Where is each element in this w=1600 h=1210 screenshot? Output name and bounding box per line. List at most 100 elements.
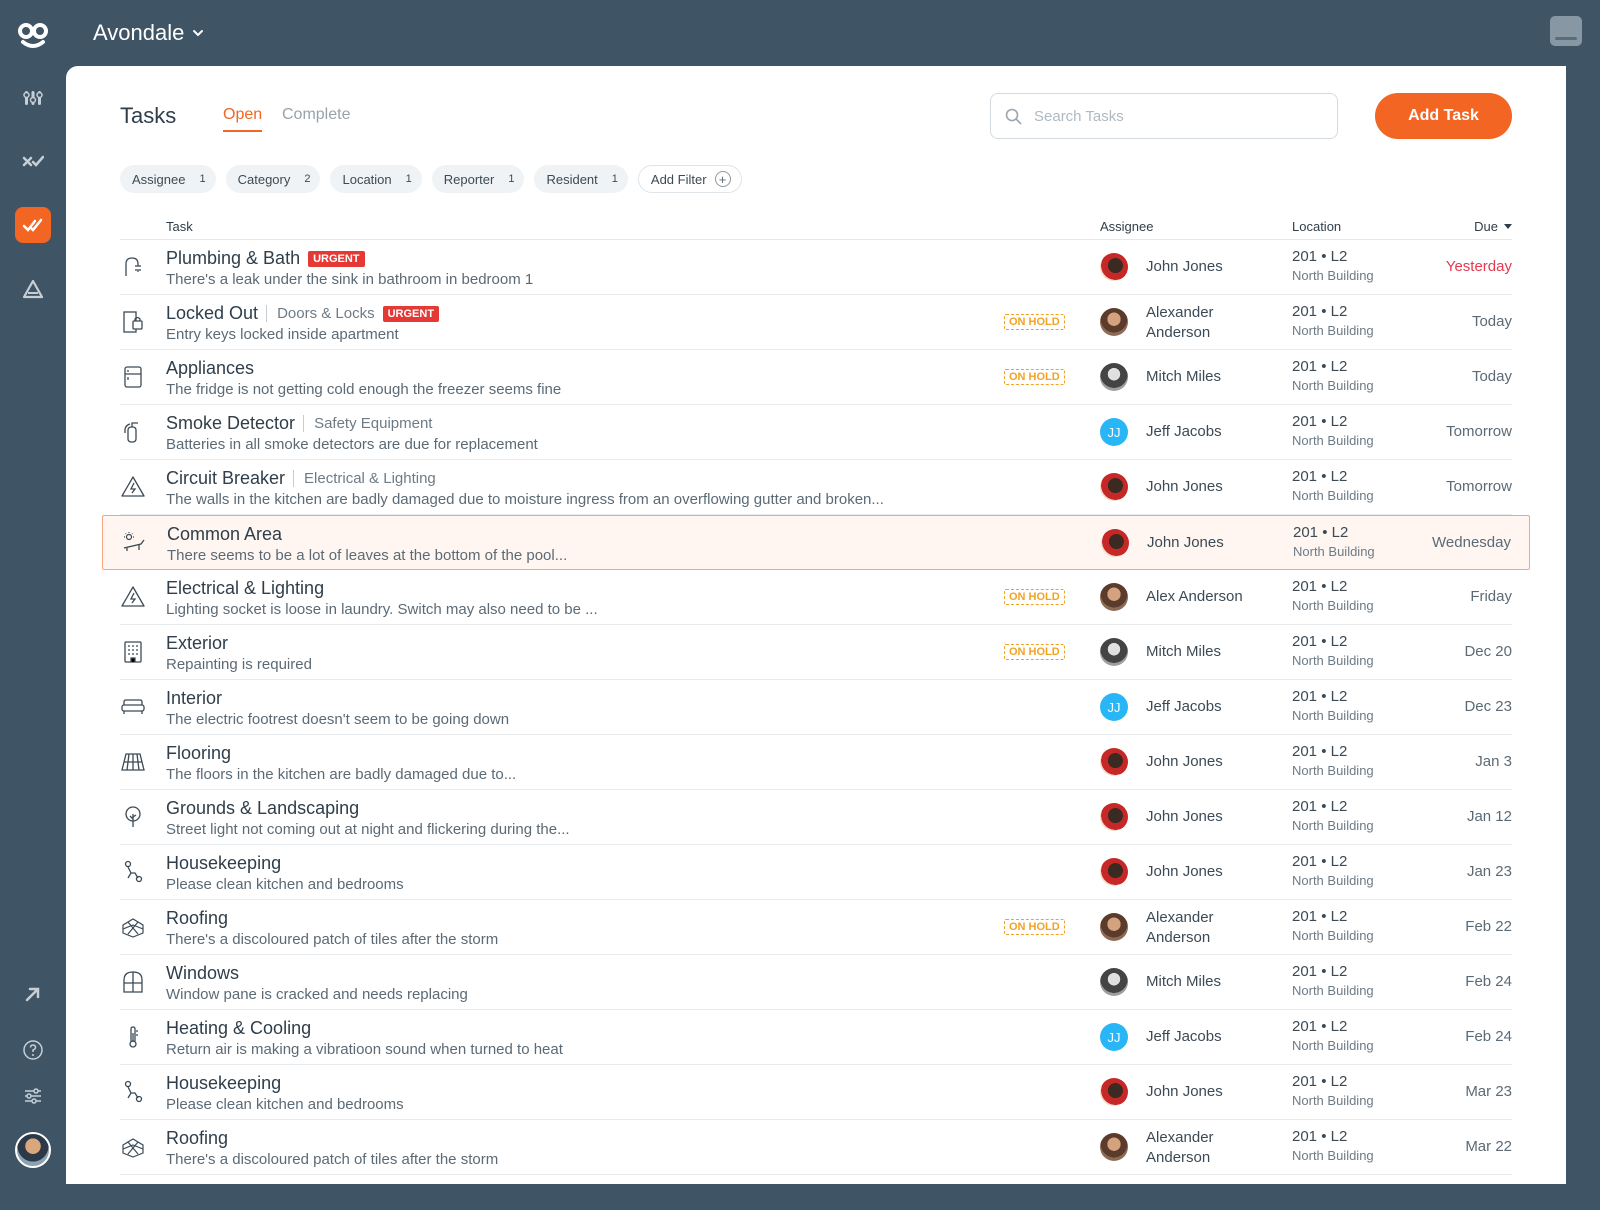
- assignee-avatar: [1100, 638, 1128, 666]
- nav-external[interactable]: [17, 978, 49, 1010]
- task-row[interactable]: Smoke Detector Safety Equipment Batteries …: [120, 405, 1512, 460]
- task-row[interactable]: Interior The electric footrest doesn't se…: [120, 680, 1512, 735]
- task-due-date: Feb 24: [1465, 1028, 1512, 1045]
- task-row[interactable]: Grounds & Landscaping Street light not co…: [120, 790, 1512, 845]
- task-row[interactable]: Appliances The fridge is not getting cold…: [120, 350, 1512, 405]
- task-title[interactable]: Grounds & Landscaping: [166, 798, 359, 819]
- nav-settings[interactable]: [17, 1080, 49, 1112]
- task-title[interactable]: Interior: [166, 688, 222, 709]
- task-location: 201 • L2 North Building: [1293, 524, 1375, 559]
- user-avatar[interactable]: [15, 1132, 51, 1168]
- task-due-date: Dec 20: [1464, 643, 1512, 660]
- column-due[interactable]: Due: [1474, 219, 1512, 234]
- window-icon: [123, 971, 143, 993]
- x-check-icon: [22, 155, 44, 167]
- tab-complete[interactable]: Complete: [282, 106, 350, 130]
- nav-warnings[interactable]: [17, 273, 49, 305]
- assignee-name: Alexander Anderson: [1146, 909, 1214, 946]
- filter-chip-location[interactable]: Location 1: [330, 165, 422, 193]
- location-building: North Building: [1292, 873, 1374, 888]
- on-hold-badge: ON HOLD: [1004, 589, 1065, 605]
- filter-chip-resident[interactable]: Resident 1: [534, 165, 628, 193]
- app-logo[interactable]: [16, 18, 50, 52]
- filter-chip-reporter[interactable]: Reporter 1: [431, 165, 525, 193]
- task-row[interactable]: Locked Out Doors & Locks URGENT Entry keys …: [120, 295, 1512, 350]
- tab-open[interactable]: Open: [223, 106, 263, 132]
- task-title[interactable]: Heating & Cooling: [166, 1018, 311, 1039]
- add-task-button[interactable]: Add Task: [1375, 93, 1512, 139]
- task-title[interactable]: Common Area: [167, 524, 282, 545]
- double-check-icon: [22, 218, 43, 232]
- task-row[interactable]: Common Area There seems to be a lot of le…: [102, 515, 1530, 570]
- nav-help[interactable]: [17, 1034, 49, 1066]
- location-unit: 201 • L2: [1292, 1073, 1348, 1090]
- column-due-label: Due: [1474, 219, 1498, 234]
- task-title[interactable]: Housekeeping: [166, 1073, 281, 1094]
- task-title[interactable]: Appliances: [166, 358, 254, 379]
- task-title[interactable]: Electrical & Lighting: [166, 578, 324, 599]
- nav-tasks[interactable]: [15, 207, 51, 243]
- task-due-date: Mar 23: [1465, 1083, 1512, 1100]
- task-title-line: Smoke Detector Safety Equipment: [166, 413, 432, 434]
- property-selector[interactable]: Avondale: [93, 20, 204, 46]
- assignee-name: Jeff Jacobs: [1146, 423, 1222, 440]
- task-row[interactable]: Housekeeping Please clean kitchen and bed…: [120, 1065, 1512, 1120]
- task-title[interactable]: Roofing: [166, 908, 228, 929]
- task-title[interactable]: Plumbing & Bath: [166, 248, 300, 269]
- search-input[interactable]: [1034, 107, 1314, 125]
- task-description: Street light not coming out at night and…: [166, 821, 570, 838]
- task-row[interactable]: Electrical & Lighting Lighting socket is …: [120, 570, 1512, 625]
- task-row[interactable]: Roofing There's a discoloured patch of ti…: [120, 900, 1512, 955]
- task-row[interactable]: Circuit Breaker Electrical & Lighting The …: [120, 460, 1512, 515]
- task-row[interactable]: Windows Window pane is cracked and needs …: [120, 955, 1512, 1010]
- location-building: North Building: [1292, 1038, 1374, 1053]
- on-hold-badge: ON HOLD: [1004, 314, 1065, 330]
- task-title[interactable]: Windows: [166, 963, 239, 984]
- task-title-line: Heating & Cooling: [166, 1018, 311, 1039]
- task-row[interactable]: Heating & Cooling Return air is making a …: [120, 1010, 1512, 1065]
- task-location: 201 • L2 North Building: [1292, 358, 1374, 393]
- assignee-name: John Jones: [1147, 534, 1224, 551]
- task-due-date: Yesterday: [1445, 258, 1512, 275]
- task-row[interactable]: Plumbing & Bath URGENT There's a leak unde…: [120, 240, 1512, 295]
- location-unit: 201 • L2: [1293, 524, 1349, 541]
- task-row[interactable]: Roofing There's a discoloured patch of ti…: [120, 1120, 1512, 1175]
- task-due-date: Tomorrow: [1446, 423, 1512, 440]
- location-unit: 201 • L2: [1292, 1018, 1348, 1035]
- on-hold-badge: ON HOLD: [1004, 369, 1065, 385]
- column-assignee[interactable]: Assignee: [1100, 219, 1153, 234]
- task-title[interactable]: Exterior: [166, 633, 228, 654]
- filter-chip-category[interactable]: Category 2: [225, 165, 321, 193]
- location-unit: 201 • L2: [1292, 248, 1348, 265]
- filter-chip-assignee[interactable]: Assignee 1: [120, 165, 216, 193]
- assignee-avatar: [1100, 473, 1128, 501]
- task-row[interactable]: Housekeeping Please clean kitchen and bed…: [120, 845, 1512, 900]
- task-due-date: Mar 22: [1465, 1138, 1512, 1155]
- task-row[interactable]: Exterior Repainting is required ON HOLD Mit…: [120, 625, 1512, 680]
- task-title[interactable]: Roofing: [166, 1128, 228, 1149]
- task-title[interactable]: Locked Out: [166, 303, 258, 324]
- location-unit: 201 • L2: [1292, 688, 1348, 705]
- task-description: Lighting socket is loose in laundry. Swi…: [166, 601, 598, 618]
- nav-checks[interactable]: [17, 145, 49, 177]
- column-task[interactable]: Task: [166, 219, 193, 234]
- task-title[interactable]: Flooring: [166, 743, 231, 764]
- column-location[interactable]: Location: [1292, 219, 1341, 234]
- task-subcategory: Electrical & Lighting: [293, 470, 436, 487]
- task-title[interactable]: Housekeeping: [166, 853, 281, 874]
- task-row[interactable]: Flooring The floors in the kitchen are ba…: [120, 735, 1512, 790]
- task-location: 201 • L2 North Building: [1292, 963, 1374, 998]
- search-box[interactable]: [990, 93, 1338, 139]
- location-building: North Building: [1292, 708, 1374, 723]
- location-unit: 201 • L2: [1292, 743, 1348, 760]
- property-name: Avondale: [93, 20, 185, 45]
- location-unit: 201 • L2: [1292, 798, 1348, 815]
- task-due-date: Wednesday: [1432, 534, 1511, 551]
- nav-dashboard[interactable]: [17, 82, 49, 114]
- thermometer-icon: [129, 1026, 138, 1048]
- task-title[interactable]: Smoke Detector: [166, 413, 295, 434]
- inbox-icon[interactable]: [1550, 16, 1582, 46]
- task-location: 201 • L2 North Building: [1292, 633, 1374, 668]
- add-filter-button[interactable]: Add Filter +: [637, 165, 742, 193]
- task-title[interactable]: Circuit Breaker: [166, 468, 285, 489]
